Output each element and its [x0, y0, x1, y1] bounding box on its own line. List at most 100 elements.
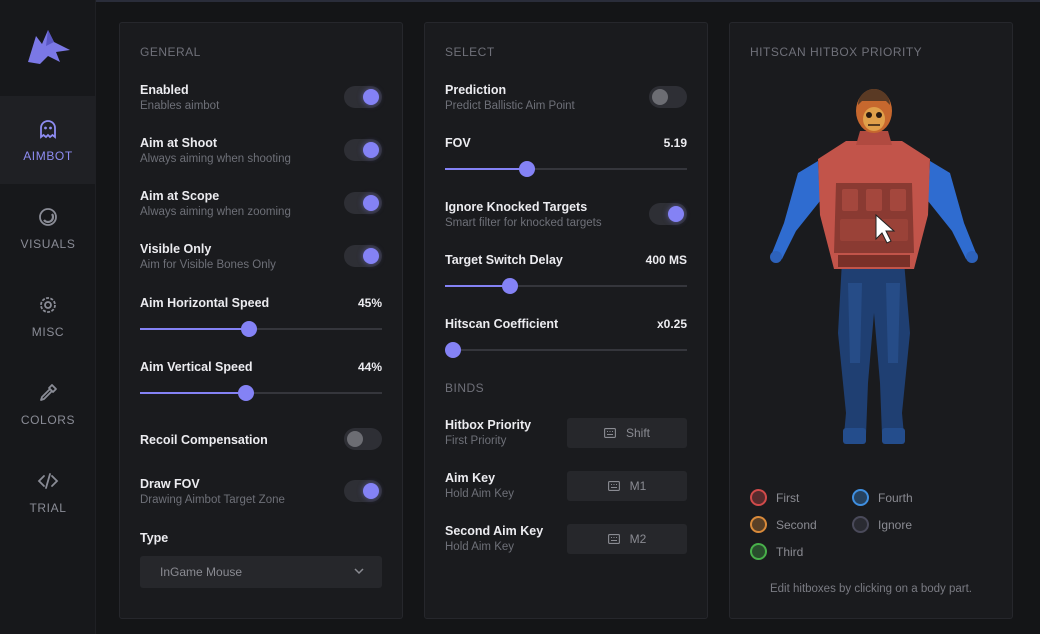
type-dropdown[interactable]: InGame Mouse	[140, 556, 382, 588]
legend-first[interactable]: First	[750, 489, 799, 506]
legend-dot	[750, 516, 767, 533]
setting-title: Aim Vertical Speed	[140, 360, 253, 374]
setting-title: Hitscan Coefficient	[445, 317, 559, 331]
legend-label: Fourth	[878, 490, 913, 505]
eyedropper-icon	[40, 384, 57, 401]
prediction-toggle[interactable]	[649, 86, 687, 108]
aim-at-shoot-toggle[interactable]	[344, 139, 382, 161]
legend-dot	[852, 489, 869, 506]
character-hitbox-model[interactable]	[754, 83, 994, 473]
general-panel: GENERAL Enabled Enables aimbot Aim at Sh…	[119, 22, 403, 619]
sidebar-item-visuals[interactable]: VISUALS	[0, 184, 96, 272]
setting-prediction: Prediction Predict Ballistic Aim Point	[445, 83, 687, 117]
setting-draw-fov: Draw FOV Drawing Aimbot Target Zone	[140, 477, 382, 511]
ghost-icon	[40, 120, 56, 139]
setting-aim-at-shoot: Aim at Shoot Always aiming when shooting	[140, 136, 382, 170]
aim-at-scope-toggle[interactable]	[344, 192, 382, 214]
setting-aim-at-scope: Aim at Scope Always aiming when zooming	[140, 189, 382, 223]
hitscan-coefficient-slider[interactable]	[445, 341, 687, 359]
hitbox-priority-bind-button[interactable]: Shift	[567, 418, 687, 448]
sidebar-item-misc[interactable]: MISC	[0, 272, 96, 360]
setting-title: Aim Horizontal Speed	[140, 296, 270, 310]
sidebar: AIMBOT VISUALS MISC COLORS TRIAL	[0, 0, 96, 634]
top-border	[0, 0, 1040, 2]
bind-key-label: M2	[629, 532, 647, 546]
section-title: SELECT	[445, 45, 495, 59]
legend-label: Ignore	[878, 517, 913, 532]
setting-title: FOV	[445, 136, 471, 150]
sidebar-item-aimbot[interactable]: AIMBOT	[0, 96, 96, 184]
setting-title: Type	[140, 531, 169, 545]
wolf-logo-icon	[28, 30, 70, 64]
setting-fov: FOV 5.19	[445, 136, 687, 180]
aim-horizontal-speed-slider[interactable]	[140, 320, 382, 338]
hitbox-neck	[856, 131, 892, 145]
legend-label: Second	[776, 517, 817, 532]
dropdown-value: InGame Mouse	[160, 565, 243, 579]
aim-vertical-speed-slider[interactable]	[140, 384, 382, 402]
setting-value: 45%	[357, 296, 382, 310]
setting-hitscan-coefficient: Hitscan Coefficient x0.25	[445, 317, 687, 361]
second-aim-key-bind-button[interactable]: M2	[567, 524, 687, 554]
chevron-down-icon	[354, 568, 364, 575]
section-title: HITSCAN HITBOX PRIORITY	[750, 45, 923, 59]
sidebar-item-label: TRIAL	[29, 501, 67, 515]
recoil-compensation-toggle[interactable]	[344, 428, 382, 450]
sidebar-item-label: AIMBOT	[23, 149, 73, 163]
legend-dot	[750, 489, 767, 506]
gear-icon	[40, 297, 56, 313]
draw-fov-toggle[interactable]	[344, 480, 382, 502]
setting-value: 44%	[357, 360, 382, 374]
hitbox-priority-panel: HITSCAN HITBOX PRIORITY First Second Thi…	[729, 22, 1013, 619]
setting-recoil-compensation: Recoil Compensation	[140, 428, 382, 454]
fov-slider[interactable]	[445, 160, 687, 178]
sidebar-item-trial[interactable]: TRIAL	[0, 448, 96, 536]
eye-icon	[39, 208, 57, 226]
keyboard-icon	[604, 428, 616, 438]
keyboard-icon	[607, 481, 620, 491]
slider-thumb[interactable]	[240, 321, 257, 337]
hitbox-left-arm	[772, 161, 820, 259]
legend-second[interactable]: Second	[750, 516, 817, 533]
legend-ignore[interactable]: Ignore	[852, 516, 912, 533]
legend-label: First	[776, 490, 800, 505]
code-icon	[37, 473, 59, 489]
setting-ignore-knocked: Ignore Knocked Targets Smart filter for …	[445, 200, 687, 234]
sidebar-item-label: COLORS	[20, 413, 76, 427]
setting-value: 5.19	[663, 136, 687, 150]
setting-type: Type	[140, 531, 382, 547]
section-title: GENERAL	[140, 45, 201, 59]
slider-thumb[interactable]	[502, 278, 519, 294]
slider-thumb[interactable]	[445, 342, 461, 358]
legend-third[interactable]: Third	[750, 543, 803, 560]
visible-only-toggle[interactable]	[344, 245, 382, 267]
sidebar-item-label: MISC	[31, 325, 65, 339]
legend-label: Third	[776, 544, 804, 559]
sidebar-item-label: VISUALS	[20, 237, 76, 251]
priority-legend: First Second Third Fourth Ignore	[750, 489, 994, 569]
target-switch-delay-slider[interactable]	[445, 277, 687, 295]
setting-visible-only: Visible Only Aim for Visible Bones Only	[140, 242, 382, 276]
setting-aim-horizontal-speed: Aim Horizontal Speed 45%	[140, 296, 382, 340]
ignore-knocked-toggle[interactable]	[649, 203, 687, 225]
aim-key-bind-button[interactable]: M1	[567, 471, 687, 501]
setting-aim-vertical-speed: Aim Vertical Speed 44%	[140, 360, 382, 404]
slider-thumb[interactable]	[238, 385, 255, 401]
setting-enabled: Enabled Enables aimbot	[140, 83, 382, 117]
setting-target-switch-delay: Target Switch Delay 400 MS	[445, 253, 687, 297]
hitbox-right-arm	[928, 161, 976, 259]
legend-fourth[interactable]: Fourth	[852, 489, 913, 506]
sidebar-item-colors[interactable]: COLORS	[0, 360, 96, 448]
select-panel: SELECT Prediction Predict Ballistic Aim …	[424, 22, 708, 619]
enabled-toggle[interactable]	[344, 86, 382, 108]
slider-thumb[interactable]	[519, 161, 536, 177]
bind-key-label: M1	[629, 479, 647, 493]
app-window: AIMBOT VISUALS MISC COLORS TRIAL GENERAL…	[0, 0, 1040, 634]
legend-dot	[852, 516, 869, 533]
setting-value: 400 MS	[645, 253, 687, 267]
bind-key-label: Shift	[625, 426, 650, 440]
setting-value: x0.25	[656, 317, 687, 331]
keyboard-icon	[607, 534, 620, 544]
binds-title: BINDS	[445, 381, 485, 395]
legend-dot	[750, 543, 767, 560]
